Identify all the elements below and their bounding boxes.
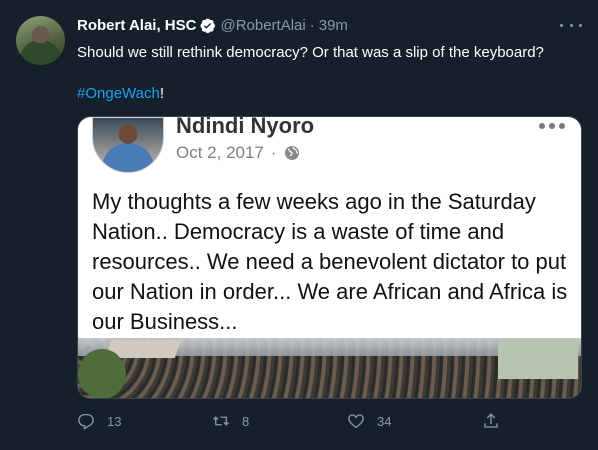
share-icon [484,413,498,428]
fb-date-text: Oct 2, 2017 [176,143,264,162]
tweet-hashtag-line: #OngeWach! [77,84,164,104]
avatar[interactable] [16,16,65,65]
header-separator: · [309,17,315,34]
tweet-actions: 13 8 34 [77,412,582,432]
fb-more-icon [539,123,565,129]
tweet-media-image[interactable]: Ndindi Nyoro Oct 2, 2017 · My thoughts a… [77,116,582,399]
share-button[interactable] [482,412,500,430]
reply-icon [78,413,94,430]
like-button[interactable]: 34 [347,412,391,430]
retweet-button[interactable]: 8 [212,412,249,430]
handle[interactable]: @RobertAlai [220,17,305,34]
timestamp[interactable]: 39m [319,17,348,34]
retweet-count: 8 [242,413,250,429]
reply-button[interactable]: 13 [77,412,121,430]
display-name[interactable]: Robert Alai, HSC [77,17,196,34]
fb-date-separator: · [270,143,277,162]
like-icon [348,414,364,429]
like-count: 34 [377,413,392,429]
globe-icon [284,146,299,160]
reply-count: 13 [107,413,122,429]
crowd-photo-tree [78,349,126,398]
fb-author-name: Ndindi Nyoro [176,116,315,138]
crowd-photo-building [498,339,578,379]
fb-post-text: My thoughts a few weeks ago in the Satur… [92,189,568,334]
hashtag-link[interactable]: #OngeWach [77,85,160,102]
tweet[interactable]: Robert Alai, HSC @RobertAlai · 39m Shoul… [0,0,598,450]
fb-post-date: Oct 2, 2017 · [176,143,300,163]
tweet-text: Should we still rethink democracy? Or th… [77,44,544,61]
retweet-icon [213,416,229,426]
more-icon[interactable] [560,16,582,34]
tweet-header: Robert Alai, HSC @RobertAlai · 39m [77,17,348,34]
verified-badge-icon [200,18,216,34]
fb-profile-photo [92,117,164,173]
hashtag-suffix: ! [159,85,164,102]
